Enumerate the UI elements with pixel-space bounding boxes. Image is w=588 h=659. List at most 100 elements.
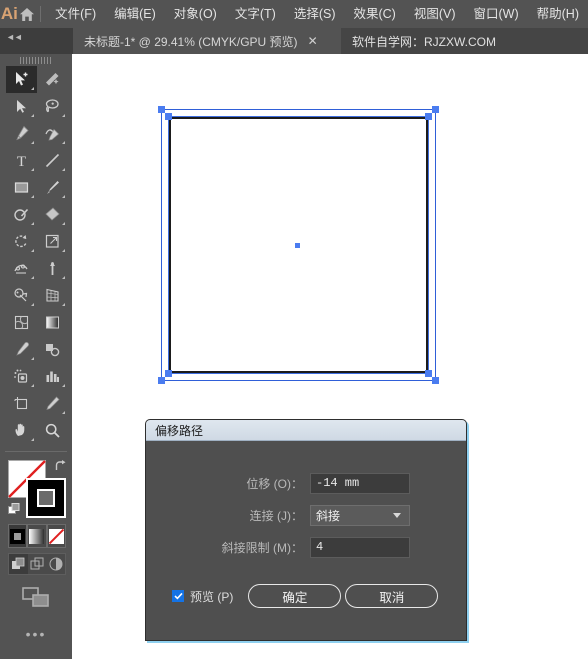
ok-button[interactable]: 确定: [248, 584, 342, 608]
magic-wand-tool[interactable]: [37, 66, 68, 93]
artboard-tool[interactable]: [6, 390, 37, 417]
draw-behind-button[interactable]: [28, 554, 47, 574]
gradient-tool[interactable]: [37, 309, 68, 336]
tool-flyout-indicator: [62, 384, 65, 387]
draw-inside-button[interactable]: [46, 554, 65, 574]
tool-flyout-indicator: [31, 384, 34, 387]
tool-flyout-indicator: [62, 114, 65, 117]
menu-item-file[interactable]: 文件(F): [46, 0, 105, 28]
symbol-sprayer-tool[interactable]: [6, 363, 37, 390]
document-tab-active[interactable]: 未标题-1* @ 29.41% (CMYK/GPU 预览) ✕: [73, 28, 341, 54]
miter-limit-label: 斜接限制 (M)：: [221, 540, 303, 555]
tool-flyout-indicator: [62, 411, 65, 414]
offset-input[interactable]: -14 mm: [310, 472, 410, 494]
more-tools-button[interactable]: •••: [0, 626, 72, 642]
dialog-body: 位移 (O)： -14 mm 连接 (J)： 斜接 斜接限制 (M)： 4 预览…: [146, 441, 466, 641]
chevron-down-icon: [393, 512, 401, 518]
color-mode-buttons: [8, 524, 66, 548]
menu-item-view[interactable]: 视图(V): [405, 0, 465, 28]
column-graph-tool[interactable]: [37, 363, 68, 390]
eraser-tool[interactable]: [37, 201, 68, 228]
tool-flyout-indicator: [31, 222, 34, 225]
home-icon[interactable]: [19, 0, 35, 28]
join-select[interactable]: 斜接: [310, 504, 410, 526]
perspective-grid-tool[interactable]: [37, 282, 68, 309]
menu-item-object[interactable]: 对象(O): [165, 0, 226, 28]
paintbrush-tool[interactable]: [37, 174, 68, 201]
bbox-handle-tr[interactable]: [432, 106, 439, 113]
selection-plus-tool[interactable]: [6, 66, 37, 93]
slice-tool[interactable]: [37, 390, 68, 417]
menu-item-type[interactable]: 文字(T): [226, 0, 285, 28]
home-glyph: [19, 7, 34, 21]
tool-flyout-indicator: [62, 303, 65, 306]
draw-normal-button[interactable]: [9, 554, 28, 574]
zoom-tool[interactable]: [37, 417, 68, 444]
check-icon: [173, 592, 183, 600]
document-tab-watermark[interactable]: 软件自学网：RJZXW.COM: [341, 28, 588, 54]
lasso-tool[interactable]: [37, 93, 68, 120]
tool-flyout-indicator: [31, 141, 34, 144]
miter-limit-field-row: 斜接限制 (M)： 4: [146, 536, 466, 558]
anchor-point-bl[interactable]: [165, 370, 172, 377]
bbox-handle-bl[interactable]: [158, 377, 165, 384]
screen-mode-button[interactable]: [22, 587, 50, 614]
document-tab-title: 软件自学网：RJZXW.COM: [352, 34, 496, 49]
menu-item-window[interactable]: 窗口(W): [465, 0, 528, 28]
cancel-button[interactable]: 取消: [345, 584, 439, 608]
rotate-tool[interactable]: [6, 228, 37, 255]
panel-drag-handle[interactable]: [20, 57, 52, 64]
line-segment-tool[interactable]: [37, 147, 68, 174]
dialog-title-bar[interactable]: 偏移路径: [146, 420, 466, 441]
shaper-tool[interactable]: [6, 201, 37, 228]
preview-checkbox[interactable]: [172, 590, 184, 602]
tool-flyout-indicator: [62, 249, 65, 252]
tool-flyout-indicator: [62, 276, 65, 279]
menu-item-select[interactable]: 选择(S): [285, 0, 345, 28]
blend-tool[interactable]: [37, 336, 68, 363]
tool-grid: T: [6, 66, 68, 444]
stroke-swatch[interactable]: [26, 478, 66, 518]
mesh-tool[interactable]: [6, 309, 37, 336]
free-transform-tool[interactable]: [37, 255, 68, 282]
preview-checkbox-wrap[interactable]: 预览 (P): [172, 588, 233, 605]
bbox-handle-tl[interactable]: [158, 106, 165, 113]
tab-bar-left-stub: ◄◄: [0, 28, 73, 54]
tools-panel: T •••: [0, 54, 72, 659]
svg-text:T: T: [17, 154, 26, 169]
menu-item-help[interactable]: 帮助(H): [528, 0, 588, 28]
rectangle-tool[interactable]: [6, 174, 37, 201]
menu-item-edit[interactable]: 编辑(E): [105, 0, 165, 28]
collapse-panel-icon[interactable]: ◄◄: [6, 32, 23, 42]
fill-stroke-controls: [8, 460, 66, 518]
default-fill-stroke-icon[interactable]: [8, 503, 21, 521]
app-logo-icon: Ai: [0, 4, 18, 23]
anchor-point-tr[interactable]: [425, 113, 432, 120]
color-mode-solid-button[interactable]: [8, 524, 28, 548]
menu-bar: Ai 文件(F) 编辑(E) 对象(O) 文字(T) 选择(S) 效果(C) 视…: [0, 0, 588, 28]
tool-flyout-indicator: [31, 438, 34, 441]
width-tool[interactable]: [6, 255, 37, 282]
offset-path-dialog: 偏移路径 位移 (O)： -14 mm 连接 (J)： 斜接 斜接限制 (M)：…: [145, 419, 467, 641]
hand-tool[interactable]: [6, 417, 37, 444]
type-tool[interactable]: T: [6, 147, 37, 174]
direct-selection-tool[interactable]: [6, 93, 37, 120]
color-mode-gradient-button[interactable]: [27, 524, 47, 548]
anchor-point-tl[interactable]: [165, 113, 172, 120]
shape-builder-tool[interactable]: [6, 282, 37, 309]
tool-flyout-indicator: [31, 168, 34, 171]
preview-label: 预览 (P): [190, 589, 234, 604]
curvature-tool[interactable]: [37, 120, 68, 147]
tool-flyout-indicator: [31, 357, 34, 360]
swap-fill-stroke-icon[interactable]: [54, 460, 67, 478]
menu-item-effect[interactable]: 效果(C): [344, 0, 404, 28]
scale-tool[interactable]: [37, 228, 68, 255]
close-icon[interactable]: ✕: [308, 34, 318, 48]
miter-limit-input[interactable]: 4: [310, 536, 410, 558]
color-mode-none-button[interactable]: [46, 524, 66, 548]
eyedropper-tool[interactable]: [6, 336, 37, 363]
anchor-point-br[interactable]: [425, 370, 432, 377]
pen-tool[interactable]: [6, 120, 37, 147]
bbox-handle-br[interactable]: [432, 377, 439, 384]
draw-mode-buttons: [8, 553, 66, 575]
